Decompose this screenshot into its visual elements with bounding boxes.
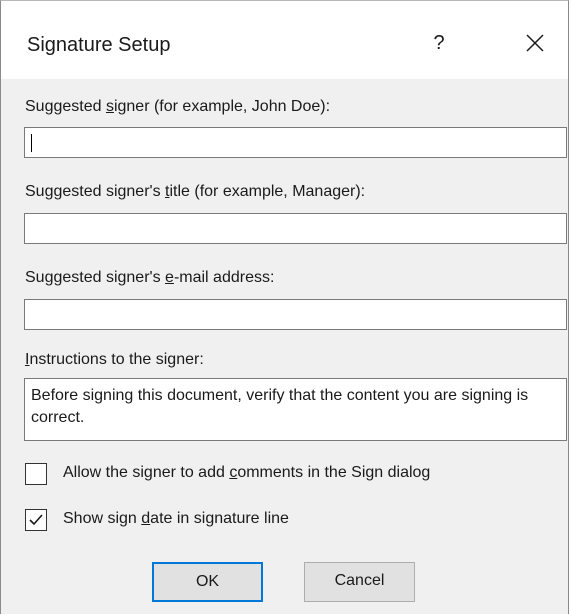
signer-email-label: Suggested signer's e-mail address:: [25, 269, 275, 286]
instructions-textarea[interactable]: Before signing this document, verify tha…: [24, 378, 567, 441]
allow-comments-checkbox[interactable]: [25, 463, 47, 485]
signature-setup-dialog: Signature Setup ? Suggested signer (for …: [0, 0, 569, 614]
signer-input[interactable]: [24, 127, 567, 158]
signer-label: Suggested signer (for example, John Doe)…: [25, 98, 331, 115]
checkmark-icon: [29, 514, 43, 526]
text-caret: [31, 134, 32, 152]
cancel-button[interactable]: Cancel: [304, 562, 415, 602]
title-bar: Signature Setup ?: [1, 1, 568, 79]
show-date-checkbox[interactable]: [25, 509, 47, 531]
signer-email-input[interactable]: [24, 299, 567, 330]
close-icon: [526, 34, 544, 52]
allow-comments-label[interactable]: Allow the signer to add comments in the …: [63, 464, 430, 482]
show-date-label[interactable]: Show sign date in signature line: [63, 510, 289, 528]
instructions-label: Instructions to the signer:: [25, 351, 204, 368]
ok-button[interactable]: OK: [152, 562, 263, 602]
signer-title-label: Suggested signer's title (for example, M…: [25, 183, 366, 200]
close-button[interactable]: [517, 25, 553, 61]
signer-title-input[interactable]: [24, 213, 567, 244]
help-button[interactable]: ?: [419, 23, 459, 63]
dialog-title: Signature Setup: [27, 34, 171, 56]
